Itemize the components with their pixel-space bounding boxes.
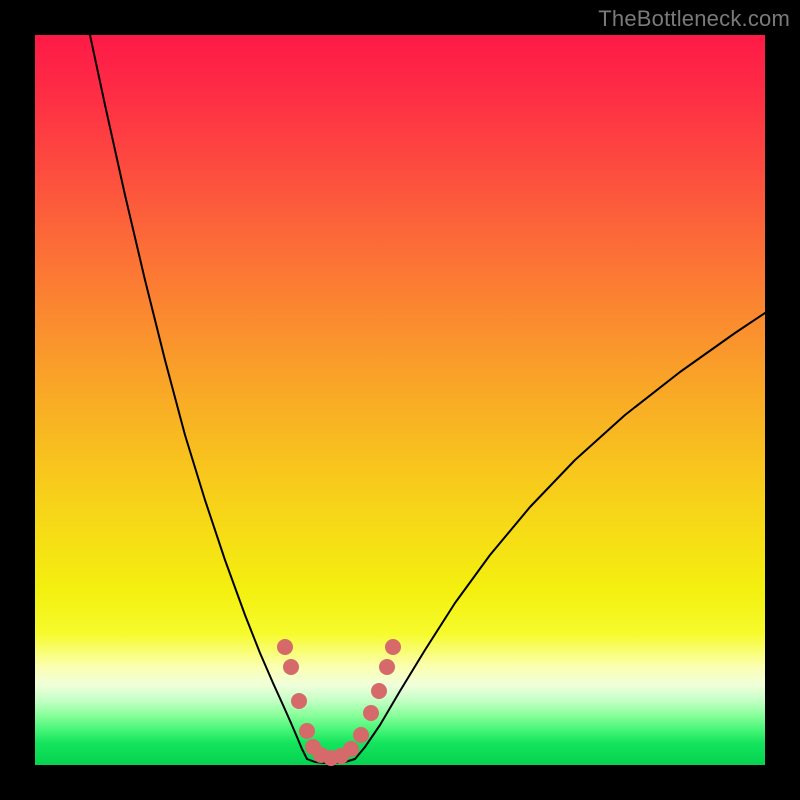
chart-frame: TheBottleneck.com bbox=[0, 0, 800, 800]
valley-marker bbox=[277, 639, 293, 655]
valley-marker bbox=[353, 727, 369, 743]
valley-marker bbox=[283, 659, 299, 675]
watermark-text: TheBottleneck.com bbox=[598, 6, 790, 32]
valley-marker bbox=[291, 693, 307, 709]
valley-marker bbox=[343, 741, 359, 757]
bottleneck-curve bbox=[90, 35, 765, 763]
curve-layer bbox=[35, 35, 765, 765]
valley-marker bbox=[299, 723, 315, 739]
plot-area bbox=[35, 35, 765, 765]
valley-marker bbox=[363, 705, 379, 721]
valley-marker bbox=[385, 639, 401, 655]
valley-marker bbox=[371, 683, 387, 699]
valley-marker bbox=[379, 659, 395, 675]
